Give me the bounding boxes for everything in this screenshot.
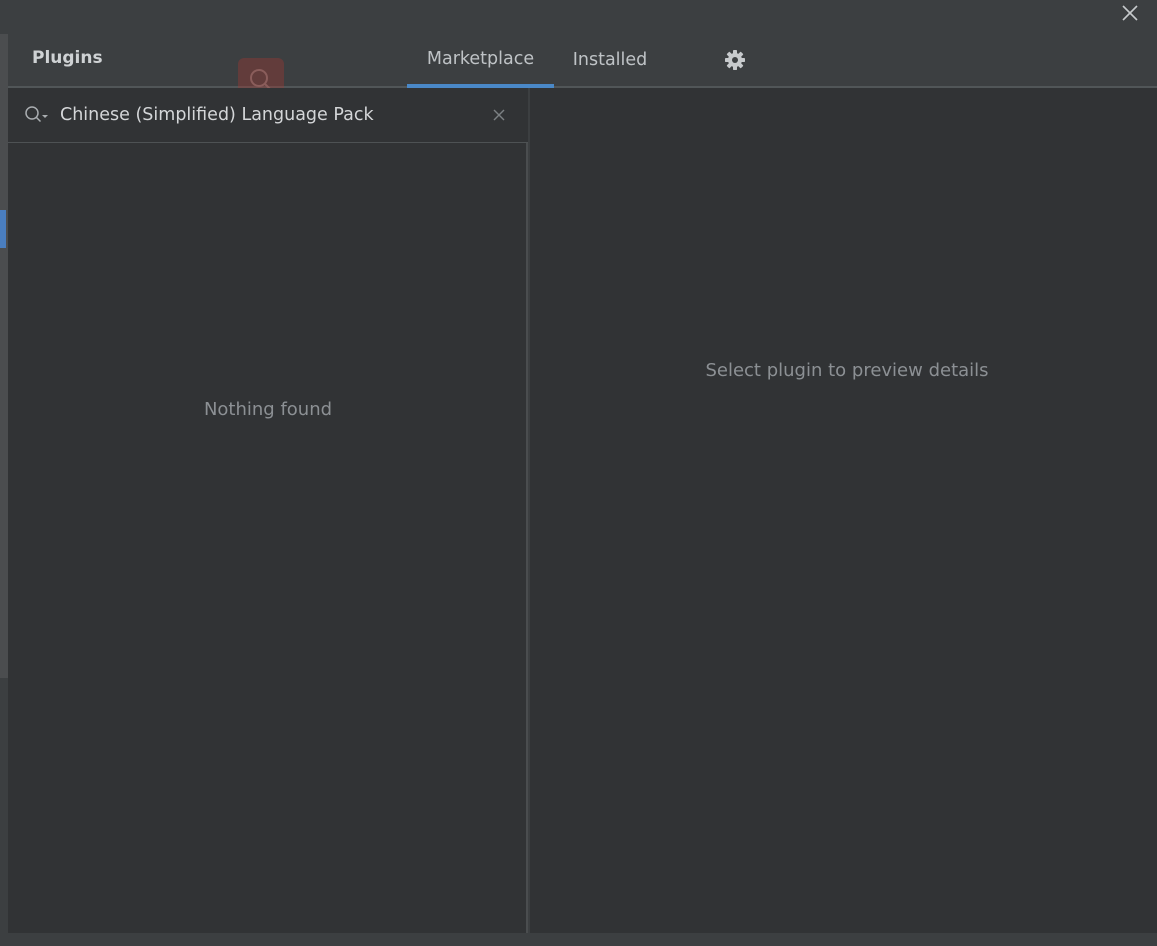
plugin-details-panel: Select plugin to preview details	[530, 88, 1157, 933]
details-empty-message: Select plugin to preview details	[705, 360, 989, 381]
search-input[interactable]	[60, 100, 480, 130]
settings-button[interactable]	[724, 49, 746, 71]
plugins-header: Plugins Marketplace Installed	[8, 34, 1157, 104]
empty-results-message: Nothing found	[203, 399, 333, 420]
tab-marketplace[interactable]: Marketplace	[407, 34, 554, 88]
clear-search-button[interactable]	[490, 106, 508, 124]
close-icon	[1122, 5, 1138, 21]
left-edge-strip	[0, 34, 8, 678]
page-title: Plugins	[32, 48, 103, 68]
search-options-button[interactable]	[24, 105, 52, 125]
clear-icon	[493, 109, 505, 121]
search-icon	[25, 106, 48, 123]
search-bar	[8, 88, 528, 143]
tab-installed[interactable]: Installed	[564, 34, 656, 86]
close-button[interactable]	[1119, 4, 1141, 22]
bottom-bar	[0, 933, 1157, 946]
gear-icon	[725, 50, 745, 70]
plugin-list-panel: Nothing found	[8, 88, 528, 933]
left-edge-selection-indicator	[0, 210, 6, 248]
